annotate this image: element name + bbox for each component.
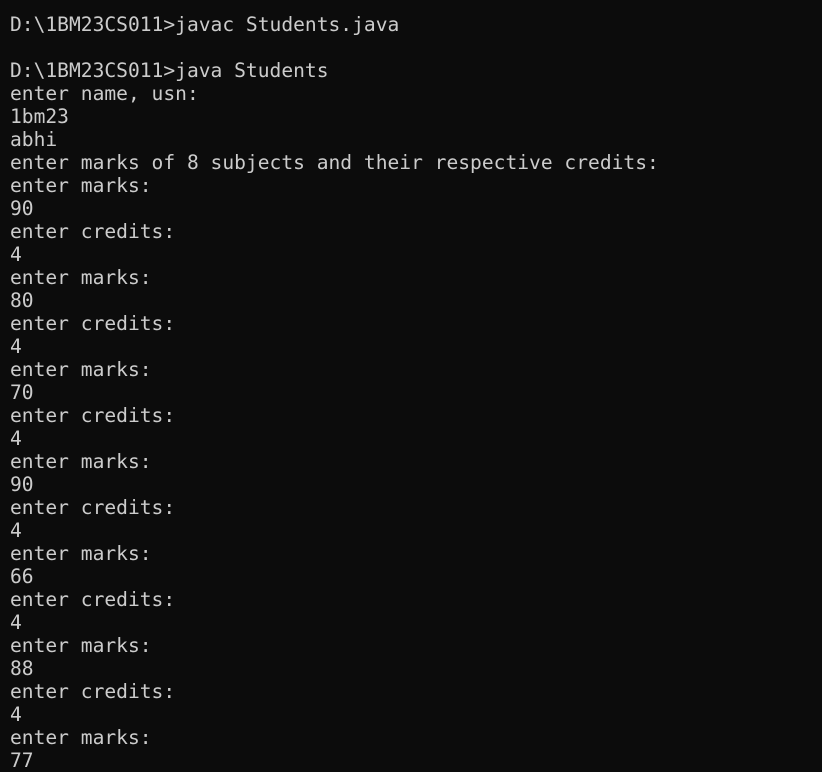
input-line: 4	[10, 427, 22, 450]
output-line: enter marks:	[10, 634, 152, 657]
input-line: 77	[10, 749, 34, 772]
input-line: 4	[10, 335, 22, 358]
command-line: D:\1BM23CS011>javac Students.java	[10, 13, 400, 36]
terminal-output[interactable]: D:\1BM23CS011>javac Students.java D:\1BM2…	[10, 13, 659, 772]
input-line: 66	[10, 565, 34, 588]
input-line: 4	[10, 703, 22, 726]
output-line: enter credits:	[10, 312, 176, 335]
output-line: enter marks:	[10, 266, 152, 289]
output-line: enter marks:	[10, 726, 152, 749]
output-line: enter name, usn:	[10, 82, 199, 105]
input-line: 4	[10, 243, 22, 266]
input-line: 90	[10, 473, 34, 496]
output-line: enter credits:	[10, 404, 176, 427]
output-line: enter marks:	[10, 358, 152, 381]
input-line: 88	[10, 657, 34, 680]
output-line: enter marks:	[10, 450, 152, 473]
input-line: 80	[10, 289, 34, 312]
command-line: D:\1BM23CS011>java Students	[10, 59, 329, 82]
input-line: abhi	[10, 128, 58, 151]
output-line: enter credits:	[10, 588, 176, 611]
input-line: 90	[10, 197, 34, 220]
output-line: enter credits:	[10, 680, 176, 703]
input-line: 4	[10, 519, 22, 542]
output-line: enter credits:	[10, 220, 176, 243]
input-line: 1bm23	[10, 105, 69, 128]
output-line: enter marks of 8 subjects and their resp…	[10, 151, 659, 174]
input-line: 70	[10, 381, 34, 404]
output-line: enter marks:	[10, 174, 152, 197]
output-line: enter credits:	[10, 496, 176, 519]
input-line: 4	[10, 611, 22, 634]
output-line: enter marks:	[10, 542, 152, 565]
